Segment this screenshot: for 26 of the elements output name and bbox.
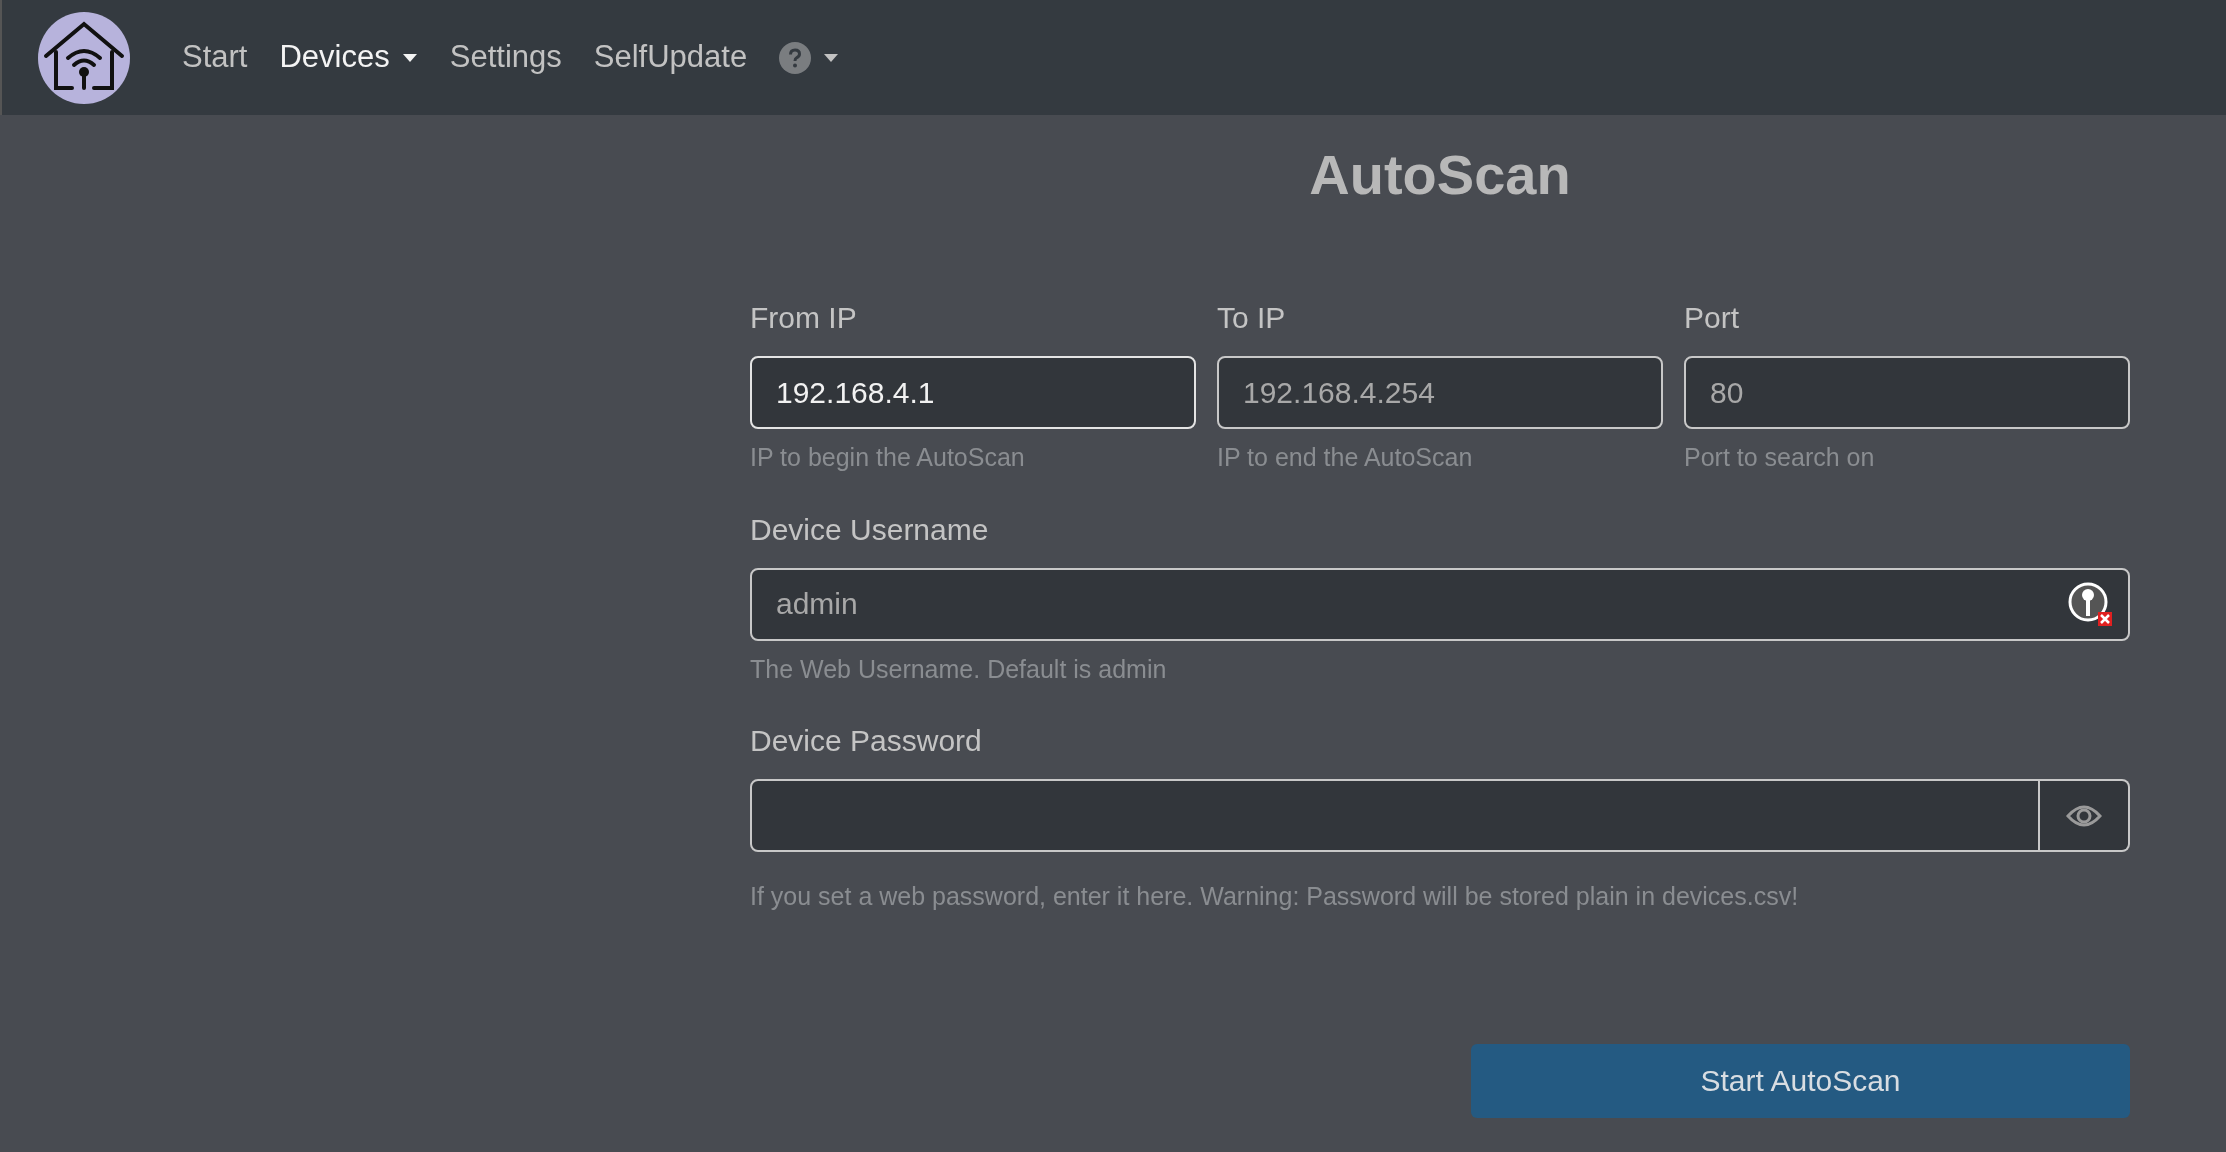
username-field[interactable]: admin [750, 567, 2130, 641]
nav-link[interactable]: Devices [279, 34, 418, 81]
field-label: Port [1684, 300, 1741, 336]
field-label: Device Username [750, 511, 990, 548]
field-label: Device Password [750, 723, 983, 759]
field-hint: Port to search on [1684, 442, 1876, 473]
show-password-button[interactable] [2040, 779, 2130, 852]
key-icon[interactable] [2068, 581, 2114, 628]
help-menu[interactable] [779, 41, 840, 74]
field-label: From IP [750, 300, 858, 336]
field-hint: IP to end the AutoScan [1217, 442, 1474, 473]
nav-link[interactable]: Start [182, 34, 248, 81]
page-title: AutoScan [1309, 142, 1571, 208]
help-icon [779, 41, 812, 74]
text-field[interactable]: 192.168.4.254 [1217, 356, 1663, 429]
house-wifi-logo[interactable] [38, 11, 130, 104]
field-hint: If you set a web password, enter it here. Warning: Password will be stored plain in devices.csv! [750, 881, 1800, 912]
start-autoscan-button[interactable]: Start AutoScan [1471, 1043, 2130, 1118]
field-hint: IP to begin the AutoScan [750, 442, 1026, 473]
password-field[interactable] [750, 779, 2040, 852]
nav-link[interactable]: SelfUpdate [593, 34, 748, 81]
nav-link[interactable]: Settings [449, 34, 562, 81]
text-field[interactable]: 80 [1684, 356, 2130, 429]
field-hint: The Web Username. Default is admin [750, 653, 1168, 685]
field-label: To IP [1217, 300, 1287, 336]
text-field[interactable]: 192.168.4.1 [750, 356, 1196, 429]
